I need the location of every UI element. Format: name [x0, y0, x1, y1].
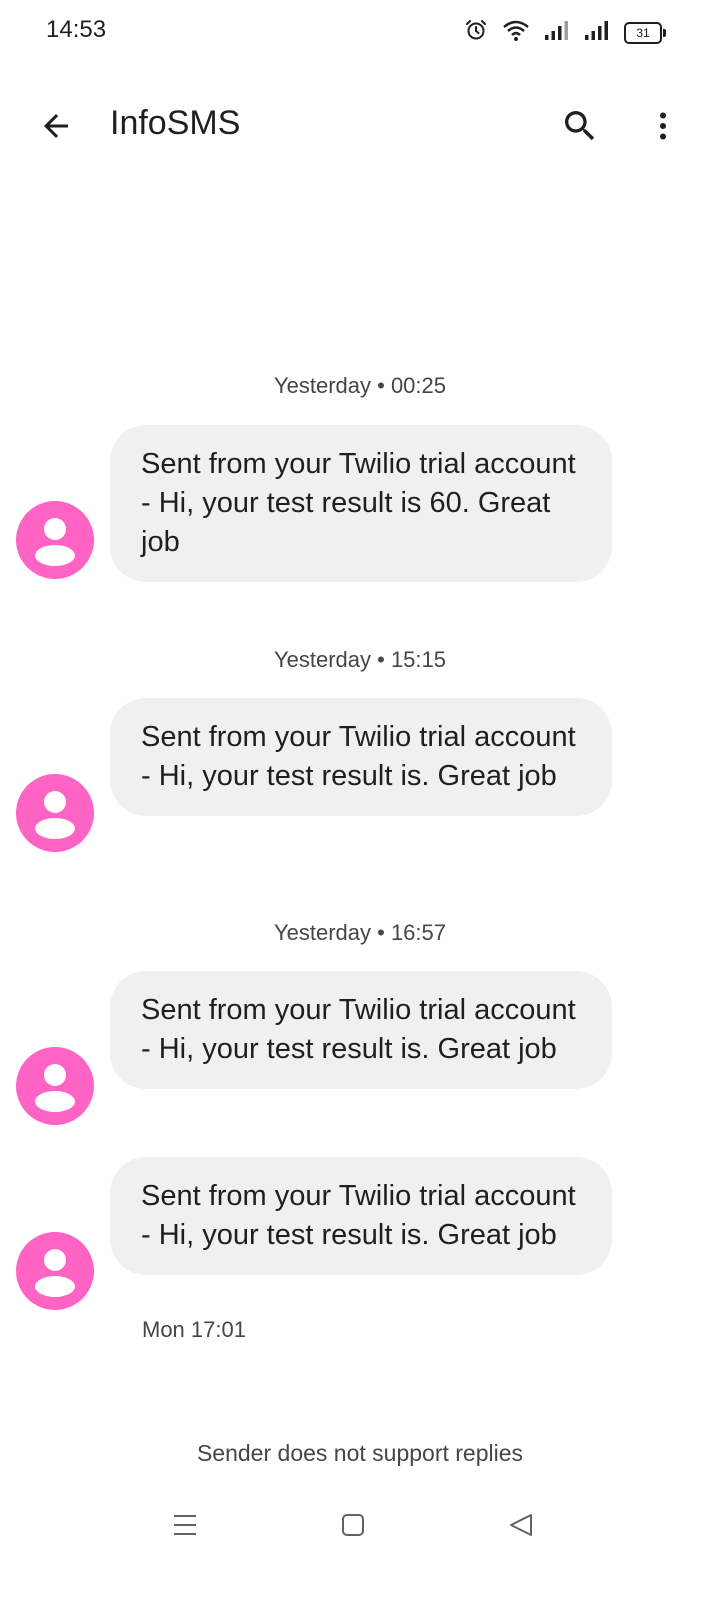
- system-nav-bar: [0, 1500, 720, 1550]
- back-icon: [510, 1514, 532, 1536]
- search-button[interactable]: [552, 98, 608, 154]
- signal-icon: [544, 19, 570, 46]
- arrow-back-icon: [44, 114, 68, 138]
- signal-icon: [584, 19, 610, 46]
- sender-avatar[interactable]: [16, 774, 94, 852]
- person-icon-body: [35, 818, 75, 839]
- person-icon: [44, 1249, 66, 1271]
- message-bubble[interactable]: Sent from your Twilio trial account - Hi…: [110, 698, 612, 816]
- no-reply-notice: Sender does not support replies: [196, 1440, 524, 1466]
- status-icons: 31: [464, 18, 666, 47]
- person-icon: [44, 791, 66, 813]
- person-icon-body: [35, 1276, 75, 1297]
- sender-avatar[interactable]: [16, 1047, 94, 1125]
- person-icon: [44, 1064, 66, 1086]
- home-button[interactable]: [328, 1500, 378, 1550]
- more-options-button[interactable]: [635, 98, 691, 154]
- sender-avatar[interactable]: [16, 1232, 94, 1310]
- menu-icon: [174, 1515, 196, 1535]
- battery-level: 31: [636, 25, 650, 40]
- sender-avatar[interactable]: [16, 501, 94, 579]
- message-bubble[interactable]: Sent from your Twilio trial account - Hi…: [110, 425, 612, 582]
- message-bubble[interactable]: Sent from your Twilio trial account - Hi…: [110, 1157, 612, 1275]
- alarm-icon: [464, 18, 488, 47]
- wifi-icon: [502, 18, 530, 47]
- recents-button[interactable]: [160, 1500, 210, 1550]
- conversation-title: InfoSMS: [110, 104, 241, 142]
- more-vert-icon: [660, 112, 666, 140]
- message-bubble[interactable]: Sent from your Twilio trial account - Hi…: [110, 971, 612, 1089]
- person-icon: [44, 518, 66, 540]
- home-icon: [342, 1514, 364, 1536]
- status-bar: 14:53 31: [0, 0, 720, 64]
- app-bar: InfoSMS: [0, 86, 720, 166]
- message-timestamp: Yesterday • 15:15: [273, 647, 446, 672]
- battery-icon: 31: [624, 21, 666, 44]
- message-timestamp: Yesterday • 00:25: [273, 373, 446, 398]
- status-time: 14:53: [46, 16, 107, 43]
- person-icon-body: [35, 1091, 75, 1112]
- person-icon-body: [35, 545, 75, 566]
- nav-back-button[interactable]: [496, 1500, 546, 1550]
- message-time: Mon 17:01: [142, 1317, 246, 1342]
- search-icon: [565, 111, 595, 141]
- back-button[interactable]: [28, 98, 84, 154]
- message-timestamp: Yesterday • 16:57: [273, 920, 446, 945]
